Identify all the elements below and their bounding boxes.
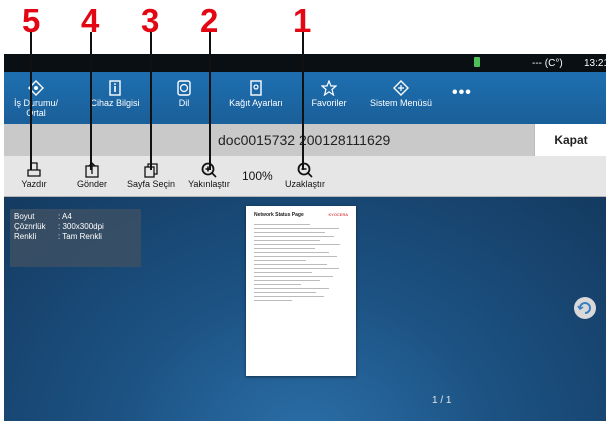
preview-area[interactable]: Boyut : A4 Çöznrlük : 300x300dpi Renkli : T… [4, 197, 606, 421]
tab-job-status[interactable]: İş Durumu/ Ortal [4, 72, 68, 124]
zoom-level: 100% [242, 169, 273, 183]
print-icon [27, 162, 41, 177]
pointer-line-5 [30, 32, 32, 170]
zoom-out-button[interactable]: Uzaklaştır [282, 156, 328, 196]
tab-paper-settings[interactable]: Kağıt Ayarları [222, 72, 290, 124]
send-icon [85, 162, 99, 178]
size-key: Boyut [14, 212, 35, 221]
main-menu: İş Durumu/ Ortal Cihaz Bilgisi Dil Kağıt… [4, 72, 606, 124]
status-bar: --- (C°) 13:21 [4, 54, 606, 72]
resolution-key: Çöznrlük [14, 222, 46, 231]
pointer-line-3 [150, 32, 152, 170]
globe-icon [176, 80, 192, 96]
document-bar: doc0015732 200128111629 Kapat [4, 124, 606, 156]
tab-system-menu[interactable]: Sistem Menüsü [366, 72, 436, 124]
temperature: --- (C°) [532, 58, 563, 69]
preview-page-title: Network Status Page [254, 212, 304, 218]
tab-label: İş Durumu/ Ortal [13, 98, 58, 118]
zoom-in-label: Yakınlaştır [188, 179, 230, 189]
rotate-button[interactable] [574, 297, 596, 319]
size-value: : A4 [58, 212, 72, 221]
resolution-value: : 300x300dpi [58, 222, 104, 231]
tab-label: Dil [178, 98, 190, 108]
print-label: Yazdır [21, 179, 47, 189]
pointer-line-4 [90, 32, 92, 170]
preview-brand: KYOCERA [328, 212, 348, 217]
more-button[interactable]: ••• [452, 84, 472, 102]
document-title: doc0015732 200128111629 [218, 132, 391, 148]
page-counter: 1 / 1 [432, 395, 452, 406]
system-icon [393, 80, 409, 96]
tab-label: Favoriler [311, 98, 347, 108]
info-icon [107, 80, 123, 96]
paper-icon [248, 80, 264, 96]
rotate-icon [577, 302, 591, 314]
pointer-line-1 [302, 32, 304, 170]
tab-label: Sistem Menüsü [369, 98, 433, 108]
tab-label: Kağıt Ayarları [229, 98, 283, 108]
star-icon [320, 79, 338, 97]
tab-device-info[interactable]: Cihaz Bilgisi [84, 72, 146, 124]
preview-toolbar: Yazdır Gönder Sayfa Seçin Yakınlaştır 10… [4, 156, 606, 197]
tab-language[interactable]: Dil [164, 72, 204, 124]
close-button[interactable]: Kapat [534, 124, 606, 156]
page-thumbnail[interactable]: Network Status Page KYOCERA [246, 206, 356, 376]
zoom-out-icon [297, 162, 313, 178]
battery-icon [474, 57, 480, 67]
page-select-label: Sayfa Seçin [126, 179, 176, 189]
tab-label: Cihaz Bilgisi [90, 98, 140, 108]
document-info-panel: Boyut : A4 Çöznrlük : 300x300dpi Renkli : T… [10, 209, 141, 267]
send-label: Gönder [76, 179, 108, 189]
pointer-line-2 [209, 32, 211, 170]
device-screen: --- (C°) 13:21 İş Durumu/ Ortal Cihaz Bi… [4, 54, 606, 421]
clock: 13:21 [584, 58, 606, 69]
print-button[interactable]: Yazdır [16, 156, 52, 196]
preview-text-lines [254, 224, 348, 304]
send-button[interactable]: Gönder [72, 156, 112, 196]
color-value: : Tam Renkli [58, 232, 102, 241]
color-key: Renkli [14, 232, 37, 241]
zoom-out-label: Uzaklaştır [284, 179, 325, 189]
tab-favorites[interactable]: Favoriler [304, 72, 354, 124]
